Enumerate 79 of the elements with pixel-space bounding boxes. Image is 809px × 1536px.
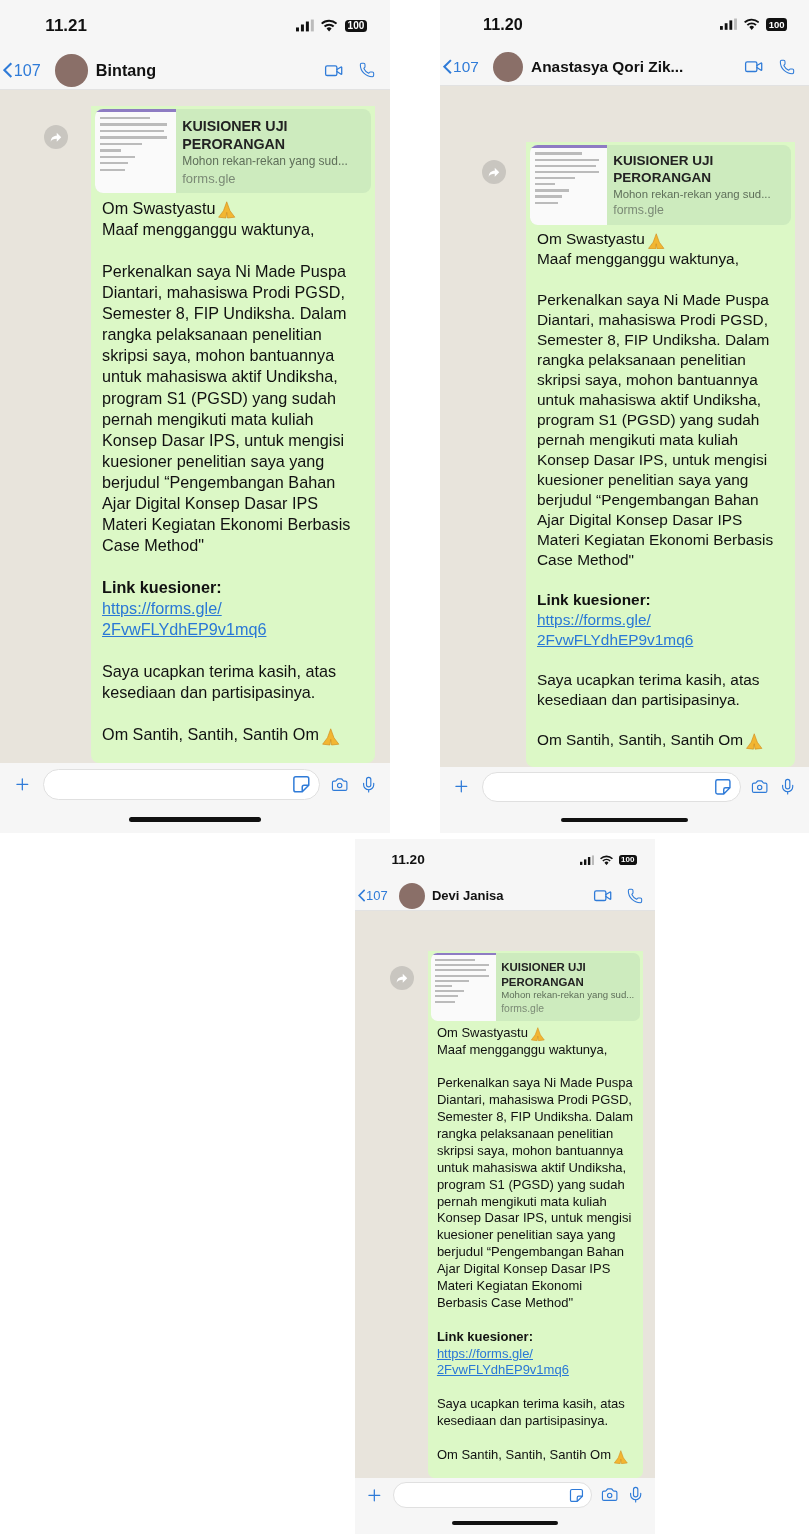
message-text: Om Santih, Santih, Santih Om (537, 729, 744, 750)
praying-hands-icon (745, 732, 764, 750)
sticker-icon[interactable] (292, 775, 311, 794)
form-thumbnail (431, 953, 497, 1021)
preview-title: KUISIONER UJI PERORANGAN (182, 117, 289, 154)
praying-hands-icon (613, 1449, 629, 1464)
camera-button[interactable] (751, 778, 769, 796)
message-text: Perkenalkan saya Ni Made Puspa Diantari, mahasiswa Prodi PGSD, Semester 8, FIP Undiksha. Dalam rangka pelaksanaan penelitian skripsi saya, mohon bantuannya untuk mahasiswa aktif Undiksha, program S1 (PGSD) yang sudah pernah mengikuti mata kuliah Konsep Dasar IPS, untuk mengisi kuesioner penelitian saya yang berjudul “Pengembangan Bahan Ajar Digital Konsep Dasar IPS Materi Kegiatan Ekonomi Berbasis Case Method" (537, 289, 775, 570)
praying-hands-icon (529, 1027, 546, 1042)
forward-icon (396, 972, 409, 984)
message-text: Saya ucapkan terima kasih, atas kesediaan dan partisipasinya. (436, 1396, 626, 1431)
message-text: Om Swastyastu (436, 1024, 528, 1042)
message-text: Maaf mengganggu waktunya, (436, 1041, 609, 1059)
sticker-icon[interactable] (714, 777, 732, 796)
camera-button[interactable] (331, 775, 349, 794)
message-input[interactable] (393, 1482, 592, 1508)
back-button[interactable]: 107 (357, 888, 388, 904)
status-time: 11.20 (391, 852, 425, 868)
preview-domain: forms.gle (613, 202, 665, 220)
message-input[interactable] (481, 771, 741, 802)
message-text: Perkenalkan saya Ni Made Puspa Diantari, mahasiswa Prodi PGSD, Semester 8, FIP Undiksha. Dalam rangka pelaksanaan penelitian skripsi saya, mohon bantuannya untuk mahasiswa aktif Undiksha, program S1 (PGSD) yang sudah pernah mengikuti mata kuliah Konsep Dasar IPS, untuk mengisi kuesioner penelitian saya yang berjudul “Pengembangan Bahan Ajar Digital Konsep Dasar IPS Materi Kegiatan Ekonomi Berbasis Case Method" (436, 1075, 635, 1312)
message-text: Perkenalkan saya Ni Made Puspa Diantari, mahasiswa Prodi PGSD, Semester 8, FIP Undiksha. Dalam rangka pelaksanaan penelitian skripsi saya, mohon bantuannya untuk mahasiswa aktif Undiksha, program S1 (PGSD) yang sudah pernah mengikuti mata kuliah Konsep Dasar IPS, untuk mengisi kuesioner penelitian saya yang berjudul “Pengembangan Bahan Ajar Digital Konsep Dasar IPS Materi Kegiatan Ekonomi Berbasis Case Method" (102, 261, 352, 556)
status-time: 11.20 (483, 15, 523, 35)
preview-title: KUISIONER UJI PERORANGAN (613, 153, 715, 188)
back-icon (3, 62, 13, 79)
signal-icon (719, 18, 737, 31)
sticker-icon[interactable] (569, 1487, 585, 1503)
questionnaire-link[interactable]: https://forms.gle/ 2FvwFLYdhEP9v1mq6 (102, 598, 365, 641)
link-preview[interactable]: KUISIONER UJI PERORANGAN Mohon rekan-rekan yang sud... forms.gle (94, 108, 372, 194)
contact-name[interactable]: Anastasya Qori Zik... (531, 57, 729, 76)
preview-description: Mohon rekan-rekan yang sud... (501, 988, 635, 1002)
back-icon (357, 889, 366, 903)
back-button[interactable]: 107 (443, 57, 479, 76)
signal-icon (579, 854, 594, 865)
praying-hands-icon (646, 232, 666, 250)
message-heading: Link kuesioner: (102, 577, 223, 599)
message-text: Om Santih, Santih, Santih Om (102, 724, 319, 746)
preview-domain: forms.gle (501, 1001, 545, 1016)
back-icon (443, 59, 453, 75)
link-preview[interactable]: KUISIONER UJI PERORANGAN Mohon rekan-rekan yang sud... forms.gle (530, 144, 792, 225)
avatar[interactable] (399, 882, 426, 909)
forward-icon (487, 166, 500, 178)
avatar[interactable] (492, 51, 524, 83)
preview-description: Mohon rekan-rekan yang sud... (613, 187, 771, 203)
battery-level: 100 (618, 854, 637, 865)
battery-level: 100 (344, 19, 368, 33)
forward-icon (50, 131, 62, 143)
voice-call-button[interactable] (627, 887, 644, 904)
camera-button[interactable] (600, 1486, 619, 1504)
praying-hands-icon (217, 201, 237, 220)
link-preview[interactable]: KUISIONER UJI PERORANGAN Mohon rekan-rekan yang sud... forms.gle (431, 953, 641, 1021)
questionnaire-link[interactable]: https://forms.gle/ 2FvwFLYdhEP9v1mq6 (537, 609, 785, 650)
message-text: Saya ucapkan terima kasih, atas kesediaan dan partisipasinya. (537, 669, 761, 710)
battery-level: 100 (765, 18, 788, 31)
wifi-icon (743, 18, 759, 31)
message-heading: Link kuesioner: (436, 1328, 534, 1346)
wifi-icon (321, 19, 338, 33)
message-text: Om Swastyastu (102, 198, 216, 219)
message-text: Om Swastyastu (537, 229, 645, 250)
message-input[interactable] (42, 768, 320, 800)
contact-name[interactable]: Bintang (95, 60, 308, 80)
message-text: Maaf mengganggu waktunya, (537, 249, 740, 270)
contact-name[interactable]: Devi Janisa (431, 888, 579, 904)
message-text: Om Santih, Santih, Santih Om (436, 1446, 612, 1464)
questionnaire-link[interactable]: https://forms.gle/ 2FvwFLYdhEP9v1mq6 (436, 1345, 635, 1380)
preview-description: Mohon rekan-rekan yang sud... (182, 153, 348, 170)
signal-icon (296, 19, 314, 33)
message-text: Saya ucapkan terima kasih, atas kesediaan dan partisipasinya. (102, 661, 337, 704)
voice-call-button[interactable] (359, 62, 376, 79)
message-heading: Link kuesioner: (537, 589, 652, 610)
preview-domain: forms.gle (182, 169, 237, 188)
preview-title: KUISIONER UJI PERORANGAN (501, 960, 587, 989)
wifi-icon (599, 854, 613, 865)
status-time: 11.21 (45, 15, 87, 36)
message-text: Maaf mengganggu waktunya, (102, 219, 316, 241)
praying-hands-icon (320, 727, 341, 746)
avatar[interactable] (55, 54, 88, 87)
back-button[interactable]: 107 (3, 60, 41, 80)
voice-call-button[interactable] (779, 58, 796, 75)
